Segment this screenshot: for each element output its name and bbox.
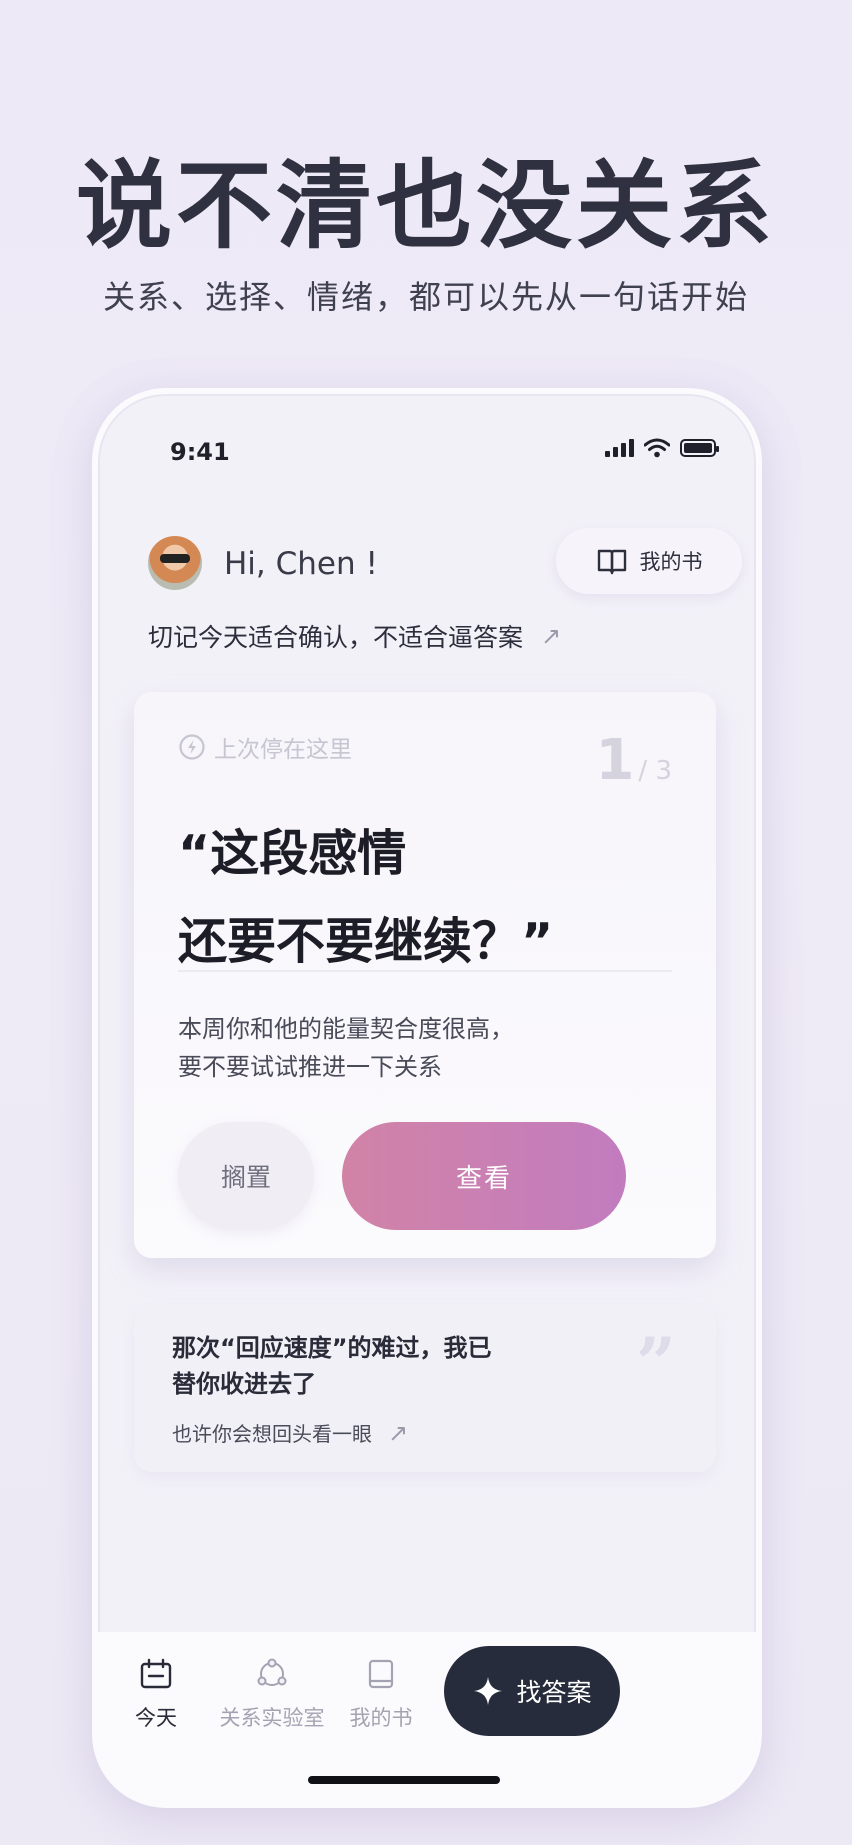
tab-relationship-lab[interactable]: 关系实验室	[208, 1658, 336, 1732]
page-current: 1	[595, 728, 635, 793]
status-time: 9:41	[170, 438, 230, 466]
resume-label-text: 上次停在这里	[214, 737, 352, 763]
my-book-label: 我的书	[639, 550, 703, 574]
quote-line-1: “这段感情	[178, 825, 407, 882]
desc-line-1: 本周你和他的能量契合度很高，	[178, 1015, 514, 1043]
my-book-button[interactable]: 我的书	[556, 528, 742, 594]
view-button[interactable]: 查看	[342, 1122, 626, 1230]
wifi-icon	[644, 438, 670, 458]
network-icon	[257, 1658, 287, 1686]
battery-icon	[680, 439, 719, 457]
phone-frame: 9:41 Hi, Chen ! 我的书 切记今天适合确认，不适合逼答案 ↗ 上次…	[92, 388, 762, 1808]
question-card: 上次停在这里 1/ 3 “这段感情 还要不要继续？” 本周你和他的能量契合度很高…	[134, 692, 716, 1258]
sparkle-icon	[474, 1677, 503, 1705]
arrow-up-right-icon: ↗	[541, 622, 562, 650]
desc-line-2: 要不要试试推进一下关系	[178, 1053, 442, 1081]
question-quote: “这段感情 还要不要继续？”	[178, 810, 553, 986]
status-icons	[605, 438, 719, 458]
find-answer-button[interactable]: 找答案	[444, 1646, 620, 1736]
daily-tip[interactable]: 切记今天适合确认，不适合逼答案 ↗	[148, 618, 561, 654]
promo-page: 说不清也没关系 关系、选择、情绪，都可以先从一句话开始 9:41 Hi, Che…	[0, 0, 852, 1845]
memory-text-line-1: 那次“回应速度”的难过，我已	[172, 1334, 492, 1362]
divider	[178, 970, 672, 972]
avatar[interactable]	[148, 536, 202, 590]
quote-line-2: 还要不要继续？”	[178, 913, 554, 970]
daily-tip-text: 切记今天适合确认，不适合逼答案	[148, 623, 524, 652]
resume-label: 上次停在这里	[178, 730, 352, 764]
quote-mark-icon: ”	[635, 1322, 676, 1405]
tab-my-book[interactable]: 我的书	[320, 1658, 442, 1732]
book-icon	[368, 1659, 394, 1689]
book-icon	[597, 549, 626, 575]
signal-icon	[605, 439, 634, 457]
tab-today[interactable]: 今天	[98, 1658, 214, 1732]
arrow-up-right-icon: ↗	[388, 1418, 409, 1447]
promo-headline: 说不清也没关系	[76, 150, 776, 262]
memory-link[interactable]: 也许你会想回头看一眼 ↗	[172, 1418, 408, 1447]
page-total: / 3	[638, 756, 672, 786]
find-answer-label: 找答案	[516, 1678, 592, 1707]
greeting-text: Hi, Chen !	[224, 546, 378, 582]
shelve-button[interactable]: 搁置	[178, 1122, 314, 1230]
question-description: 本周你和他的能量契合度很高， 要不要试试推进一下关系	[178, 1010, 514, 1086]
memory-link-text: 也许你会想回头看一眼	[172, 1422, 372, 1446]
page-counter: 1/ 3	[595, 728, 672, 793]
memory-text: 那次“回应速度”的难过，我已 替你收进去了	[172, 1330, 532, 1402]
tab-lab-label: 关系实验室	[219, 1706, 325, 1730]
tab-bar: 今天 关系实验室 我的书 找答案	[98, 1632, 756, 1802]
memory-text-line-2: 替你收进去了	[172, 1370, 316, 1398]
lightning-icon	[179, 734, 205, 760]
calendar-icon	[140, 1658, 172, 1689]
home-indicator	[308, 1776, 500, 1784]
tab-today-label: 今天	[135, 1706, 177, 1730]
promo-subline: 关系、选择、情绪，都可以先从一句话开始	[102, 278, 749, 316]
tab-book-label: 我的书	[349, 1706, 413, 1730]
memory-card[interactable]: 那次“回应速度”的难过，我已 替你收进去了 ” 也许你会想回头看一眼 ↗	[134, 1304, 716, 1472]
